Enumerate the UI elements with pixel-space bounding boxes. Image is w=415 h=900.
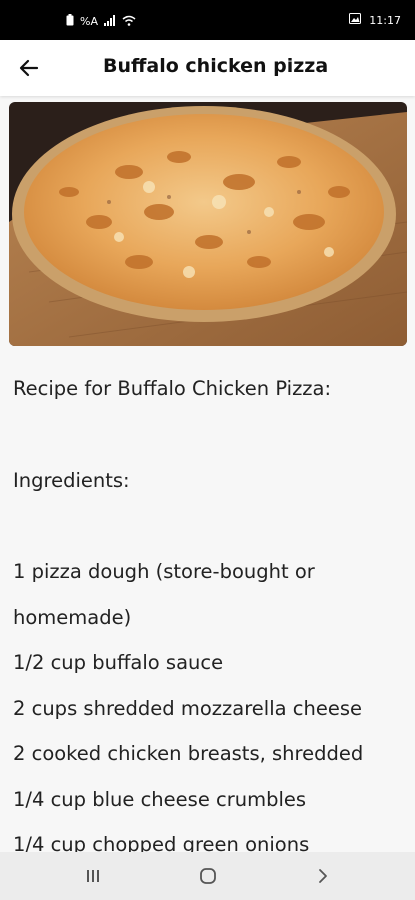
back-button[interactable]	[14, 53, 44, 83]
ingredient-line: 1/4 cup blue cheese crumbles	[13, 787, 307, 811]
arrow-left-icon	[19, 59, 39, 77]
ingredient-line: 2 cups shredded mozzarella cheese	[13, 696, 363, 720]
status-left: %A	[66, 14, 136, 29]
system-nav-bar	[0, 852, 415, 900]
page-title: Buffalo chicken pizza	[103, 55, 329, 77]
status-time: 11:17	[369, 13, 401, 27]
wifi-icon	[122, 15, 136, 29]
recent-apps-icon	[87, 870, 99, 882]
pizza-image	[9, 102, 407, 346]
recipe-content: Recipe for Buffalo Chicken Pizza: Ingred…	[13, 366, 405, 868]
status-left-text: %A	[80, 15, 98, 28]
hero-image	[9, 102, 407, 346]
home-button[interactable]	[188, 862, 228, 890]
ingredient-line: homemade)	[13, 605, 132, 629]
signal-icon	[103, 14, 116, 29]
ingredient-line: 1/2 cup buffalo sauce	[13, 651, 224, 674]
ingredients-heading: Ingredients:	[13, 468, 130, 492]
back-chevron-icon	[319, 869, 327, 883]
home-icon	[200, 868, 216, 884]
ingredient-line: 1 pizza dough (store-bought or	[13, 560, 315, 583]
ingredient-line: 2 cooked chicken breasts, shredded	[13, 742, 364, 765]
app-bar: Buffalo chicken pizza	[0, 40, 415, 96]
gallery-notification-icon	[349, 13, 362, 27]
status-bar: %A 11:17	[0, 0, 415, 40]
status-right: 11:17	[349, 13, 401, 27]
system-back-button[interactable]	[303, 862, 343, 890]
recipe-heading: Recipe for Buffalo Chicken Pizza:	[13, 377, 332, 400]
battery-saver-icon	[66, 14, 74, 29]
recent-apps-button[interactable]	[73, 862, 113, 890]
